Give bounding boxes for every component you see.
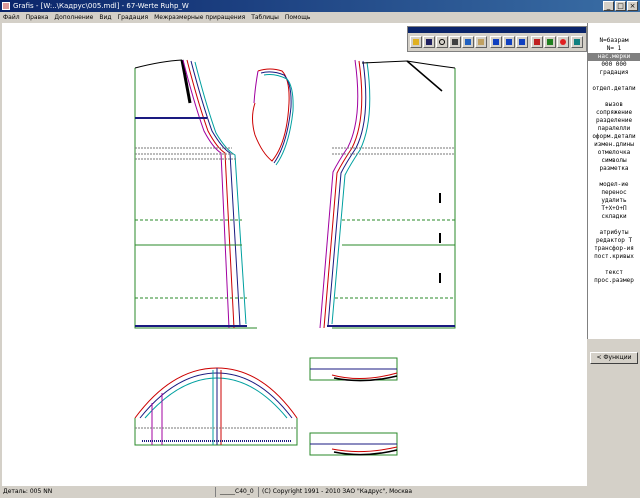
status-copyright: (C) Copyright 1991 - 2010 ЗАО "Кадрус", …	[262, 488, 413, 495]
function-panel: N=базрам N= 1 нас.мерки 000 000 градация…	[587, 23, 640, 339]
panel-item[interactable]: пост.кривых	[588, 253, 640, 261]
panel-item[interactable]: разделение	[588, 117, 640, 125]
window-title: Grafis - [W:..\Кадрус\005.mdl] - 67-Wert…	[13, 2, 189, 10]
pattern-drawing	[134, 59, 456, 456]
panel-item[interactable]: модел-ие	[588, 181, 640, 189]
panel-item[interactable]: Т+Х+О+П	[588, 205, 640, 213]
back-pattern-piece	[134, 59, 257, 329]
status-bar: Деталь: 005 NN _____C40_0 (C) Copyright …	[0, 486, 640, 498]
zoom-icon[interactable]	[436, 36, 448, 48]
menu-bar: Файл Правка Дополнение Вид Градация Межр…	[0, 12, 640, 23]
panel-item[interactable]: отдел.детали	[588, 85, 640, 93]
panel-item[interactable]: сопряжение	[588, 109, 640, 117]
menu-size-increments[interactable]: Межразмерные приращения	[151, 12, 248, 23]
import-icon[interactable]	[544, 36, 556, 48]
panel-item[interactable]: атрибуты	[588, 229, 640, 237]
status-separator	[215, 487, 216, 497]
z-icon[interactable]	[516, 36, 528, 48]
status-mid: _____C40_0	[220, 488, 254, 495]
panel-item[interactable]: складки	[588, 213, 640, 221]
cuff-pattern-piece	[309, 357, 398, 382]
close-button[interactable]: ×	[627, 1, 638, 11]
menu-addons[interactable]: Дополнение	[51, 12, 96, 23]
menu-file[interactable]: Файл	[0, 12, 23, 23]
grid-icon[interactable]	[571, 36, 583, 48]
print-icon[interactable]	[449, 36, 461, 48]
g-icon[interactable]	[490, 36, 502, 48]
layout-icon[interactable]	[462, 36, 474, 48]
panel-header-line1: N=базрам	[599, 37, 629, 44]
status-separator	[258, 487, 259, 497]
ruler-icon[interactable]	[475, 36, 487, 48]
panel-item[interactable]: измен.длины	[588, 141, 640, 149]
save-icon[interactable]	[423, 36, 435, 48]
front-pattern-piece	[319, 59, 456, 329]
toolbar-titlebar[interactable]	[408, 27, 586, 33]
panel-item[interactable]: трансфор-ия	[588, 245, 640, 253]
panel-item[interactable]: прос.размер	[588, 277, 640, 285]
facing-pattern-piece	[252, 68, 294, 166]
panel-item[interactable]: текст	[588, 269, 640, 277]
app-icon	[2, 2, 10, 10]
menu-tables[interactable]: Таблицы	[248, 12, 282, 23]
panel-item[interactable]: перенос	[588, 189, 640, 197]
panel-values: 000 000	[601, 61, 627, 68]
panel-item[interactable]: вызов	[588, 101, 640, 109]
panel-selected-item[interactable]: нас.мерки	[588, 53, 640, 61]
panel-item[interactable]: разметка	[588, 165, 640, 173]
floating-toolbar[interactable]	[407, 26, 587, 52]
panel-item[interactable]: символы	[588, 157, 640, 165]
stop-icon[interactable]	[557, 36, 569, 48]
export-icon[interactable]	[531, 36, 543, 48]
maximize-button[interactable]: □	[615, 1, 626, 11]
menu-grading[interactable]: Градация	[115, 12, 152, 23]
panel-item[interactable]: отмелочка	[588, 149, 640, 157]
menu-view[interactable]: Вид	[96, 12, 114, 23]
x-icon[interactable]	[503, 36, 515, 48]
panel-grading[interactable]: градация	[588, 69, 640, 77]
panel-item[interactable]: паралелли	[588, 125, 640, 133]
panel-item[interactable]: оформ.детали	[588, 133, 640, 141]
panel-header-line2: N= 1	[606, 45, 622, 52]
sleeve-pattern-piece	[134, 367, 298, 446]
menu-help[interactable]: Помощь	[282, 12, 314, 23]
menu-edit[interactable]: Правка	[23, 12, 52, 23]
open-icon[interactable]	[410, 36, 422, 48]
functions-button[interactable]: < Функции	[590, 352, 638, 364]
cuff-pattern-piece-2	[309, 432, 398, 456]
panel-item[interactable]: редактор Т	[588, 237, 640, 245]
title-bar: Grafis - [W:..\Кадрус\005.mdl] - 67-Wert…	[0, 0, 640, 12]
panel-item[interactable]: удалить	[588, 197, 640, 205]
minimize-button[interactable]: _	[603, 1, 614, 11]
drawing-canvas[interactable]	[2, 23, 587, 486]
status-detail: Деталь: 005 NN	[3, 488, 53, 495]
